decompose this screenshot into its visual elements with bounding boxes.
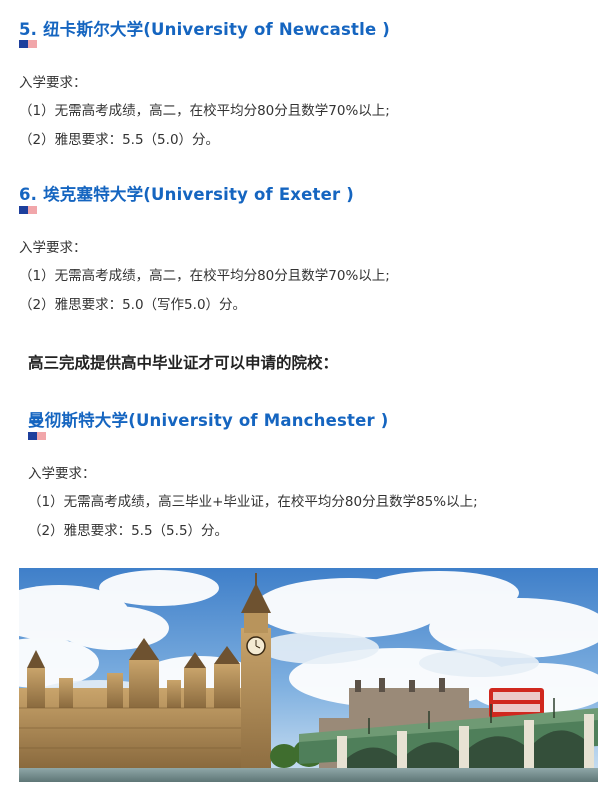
requirement-item: （2）雅思要求：5.0（写作5.0）分。 (19, 297, 247, 313)
section-title-manchester: 曼彻斯特大学(University of Manchester ) (28, 411, 389, 430)
title-decoration (19, 40, 37, 48)
section-title-newcastle: 5. 纽卡斯尔大学(University of Newcastle ) (19, 20, 391, 39)
group-heading: 高三完成提供高中毕业证才可以申请的院校： (28, 354, 339, 372)
requirement-label: 入学要求： (19, 240, 87, 256)
requirement-item: （1）无需高考成绩，高三毕业+毕业证，在校平均分80分且数学85%以上; (28, 494, 478, 510)
london-big-ben-photo (19, 568, 598, 782)
requirement-label: 入学要求： (28, 466, 96, 482)
section-title-exeter: 6. 埃克塞特大学(University of Exeter ) (19, 185, 355, 204)
requirement-item: （2）雅思要求：5.5（5.0）分。 (19, 132, 220, 148)
requirement-label: 入学要求： (19, 75, 87, 91)
requirement-item: （1）无需高考成绩，高二，在校平均分80分且数学70%以上; (19, 103, 390, 119)
requirement-item: （2）雅思要求：5.5（5.5）分。 (28, 523, 229, 539)
title-decoration (28, 432, 46, 440)
title-decoration (19, 206, 37, 214)
requirement-item: （1）无需高考成绩，高二，在校平均分80分且数学70%以上; (19, 268, 390, 284)
